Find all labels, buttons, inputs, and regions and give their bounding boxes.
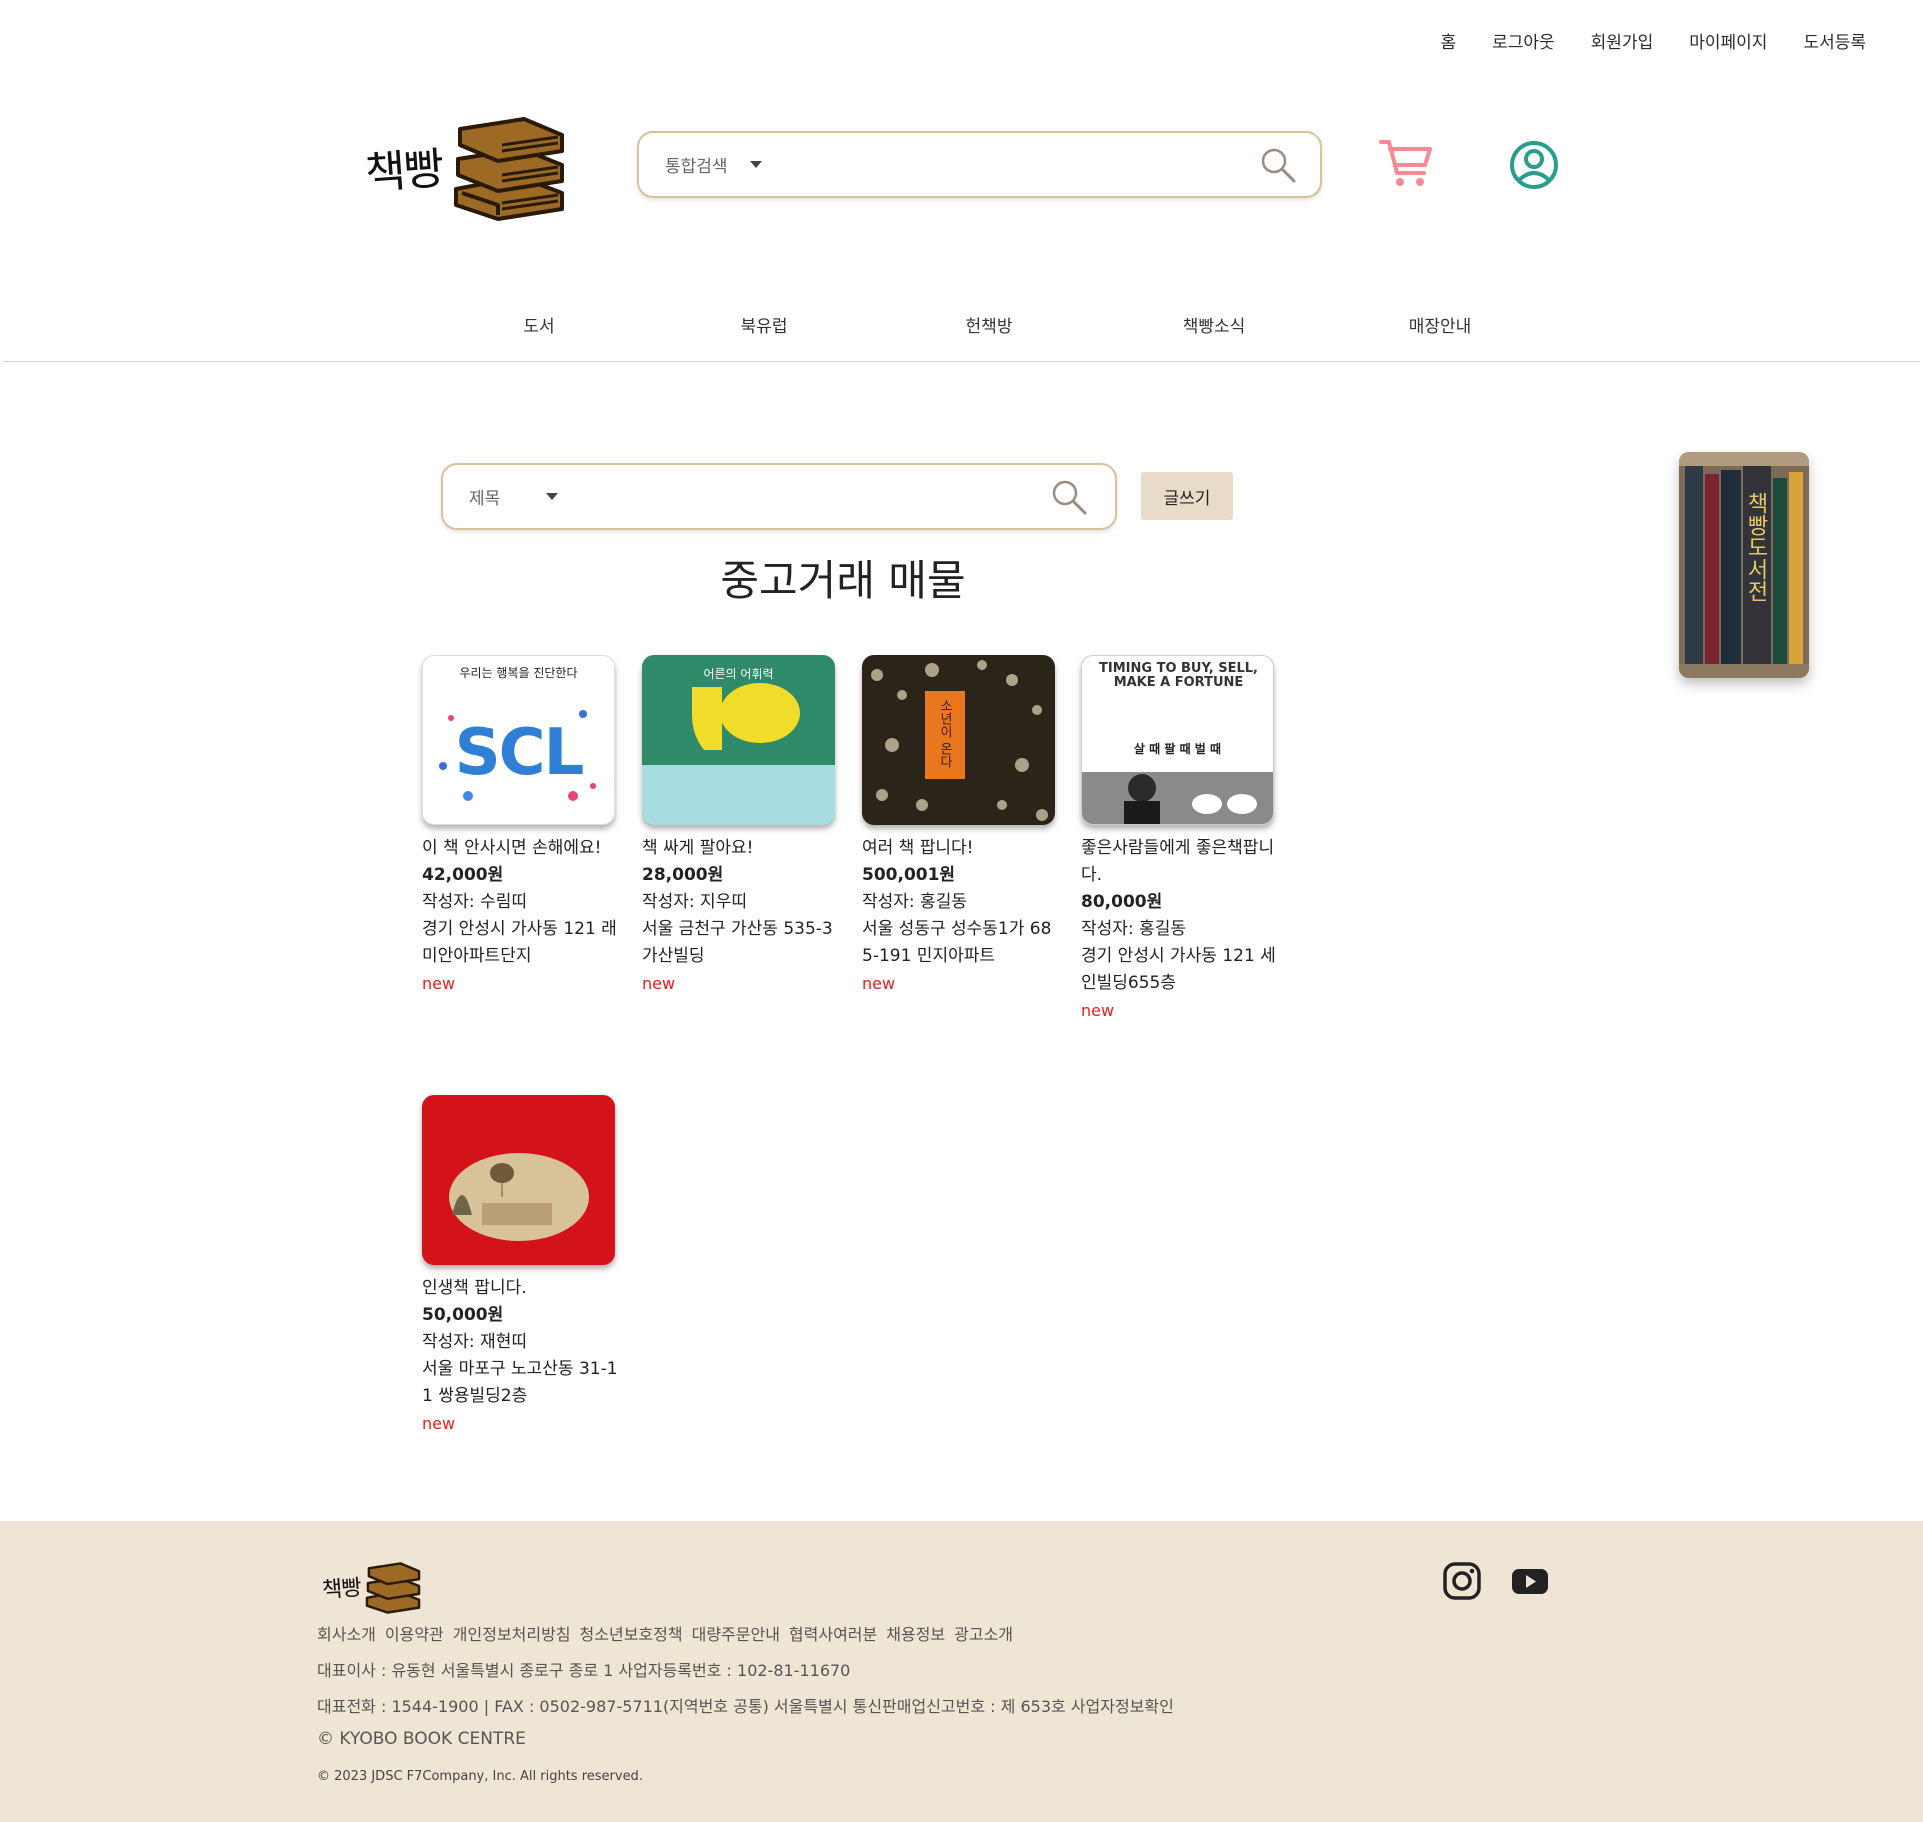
caret-down-icon (546, 493, 559, 500)
listing-card[interactable]: 소년이 온다 여러 책 팝니다! 500,001원 작성자: 홍길동 서울 성동… (862, 655, 1058, 998)
footer-link-youth[interactable]: 청소년보호정책 (580, 1621, 683, 1645)
header-search-bar: 통합검색 (637, 131, 1322, 198)
logo-text: 책빵 (363, 143, 444, 200)
board-search-scope-label: 제목 (469, 489, 501, 509)
listing-price: 500,001원 (862, 865, 956, 885)
listing-writer: 작성자: 수림띠 (422, 892, 527, 912)
listing-price: 50,000원 (422, 1305, 504, 1325)
banner-title: 책빵도서전 (1743, 492, 1768, 602)
book-cover-image[interactable]: TIMING TO BUY, SELL, MAKE A FORTUNE 살 때 … (1081, 655, 1274, 825)
book-cover-image[interactable]: 어른의 어휘력 (642, 655, 835, 825)
nav-item-used-books[interactable]: 헌책방 (966, 312, 1013, 337)
new-badge: new (642, 974, 676, 993)
listing-address: 경기 안성시 가사동 121 래미안아파트단지 (422, 919, 617, 966)
listing-title: 인생책 팝니다. (422, 1278, 527, 1298)
listing-card[interactable]: 인생책 팝니다. 50,000원 작성자: 재현띠 서울 마포구 노고산동 31… (422, 1095, 618, 1438)
nav-item-store-info[interactable]: 매장안내 (1409, 312, 1472, 337)
book-fair-banner[interactable]: 책빵도서전 (1679, 452, 1809, 678)
book-cover-image[interactable]: 우리는 행복을 진단한다 SCL (422, 655, 615, 825)
listing-address: 서울 금천구 가산동 535-3 가산빌딩 (642, 919, 833, 966)
board-search-input[interactable] (572, 465, 1049, 528)
listing-card[interactable]: 우리는 행복을 진단한다 SCL 이 책 안사시면 손해에요! 42,000원 … (422, 655, 618, 998)
top-link-register-book[interactable]: 도서등록 (1803, 28, 1866, 53)
listing-address: 경기 안성시 가사동 121 세인빌딩655층 (1081, 946, 1276, 993)
listing-card[interactable]: TIMING TO BUY, SELL, MAKE A FORTUNE 살 때 … (1081, 655, 1277, 1025)
listing-title: 책 싸게 팔아요! (642, 838, 754, 858)
listing-writer: 작성자: 홍길동 (1081, 919, 1186, 939)
site-logo[interactable]: 책빵 (363, 113, 590, 221)
new-badge: new (422, 1414, 456, 1433)
nav-item-nordic[interactable]: 북유럽 (741, 312, 788, 337)
listing-card[interactable]: 어른의 어휘력 책 싸게 팔아요! 28,000원 작성자: 지우띠 서울 금천… (642, 655, 838, 998)
listing-address: 서울 마포구 노고산동 31-11 쌍용빌딩2층 (422, 1359, 618, 1406)
top-link-home[interactable]: 홈 (1440, 28, 1456, 53)
caret-down-icon (749, 161, 762, 168)
new-badge: new (1081, 1001, 1115, 1020)
footer-logo-text: 책빵 (321, 1575, 362, 1603)
footer-link-bulk-order[interactable]: 대량주문안내 (692, 1621, 780, 1645)
footer-brand-line: © KYOBO BOOK CENTRE (317, 1729, 526, 1749)
listing-title: 이 책 안사시면 손해에요! (422, 838, 602, 858)
listing-writer: 작성자: 홍길동 (862, 892, 967, 912)
board-search-bar: 제목 (441, 463, 1117, 530)
top-link-mypage[interactable]: 마이페이지 (1689, 28, 1767, 53)
footer-link-careers[interactable]: 채용정보 (886, 1621, 945, 1645)
header-search-scope-select[interactable]: 통합검색 (665, 152, 762, 177)
board-search-scope-select[interactable]: 제목 (469, 484, 559, 509)
listing-price: 28,000원 (642, 865, 724, 885)
youtube-icon[interactable] (1510, 1561, 1550, 1601)
top-link-logout[interactable]: 로그아웃 (1492, 28, 1555, 53)
footer-company-info: 대표이사 : 유동현 서울특별시 종로구 종로 1 사업자등록번호 : 102-… (317, 1661, 851, 1680)
listing-title: 좋은사람들에게 좋은책팝니다. (1081, 838, 1275, 885)
book-cover-image[interactable]: 소년이 온다 (862, 655, 1055, 825)
search-icon[interactable] (1049, 477, 1089, 517)
cover-title: 소년이 온다 (937, 699, 952, 769)
footer-link-terms[interactable]: 이용약관 (385, 1621, 444, 1645)
cover-art (1082, 772, 1273, 824)
header-search-input[interactable] (775, 133, 1258, 196)
cart-icon[interactable] (1378, 137, 1434, 191)
nav-item-books[interactable]: 도서 (523, 312, 554, 337)
cover-art (871, 660, 1048, 821)
listing-price: 42,000원 (422, 865, 504, 885)
footer-link-ads[interactable]: 광고소개 (954, 1621, 1013, 1645)
cover-big-text: SCL (454, 716, 585, 790)
top-link-signup[interactable]: 회원가입 (1591, 28, 1654, 53)
listing-title: 여러 책 팝니다! (862, 838, 974, 858)
user-icon[interactable] (1508, 139, 1560, 191)
cover-art (449, 1153, 589, 1241)
write-button[interactable]: 글쓰기 (1141, 472, 1233, 520)
footer-link-privacy[interactable]: 개인정보처리방침 (453, 1621, 571, 1645)
listing-writer: 작성자: 지우띠 (642, 892, 747, 912)
book-stack-icon (366, 1561, 421, 1614)
nav-divider (3, 361, 1920, 362)
book-stack-icon (453, 117, 564, 221)
search-icon[interactable] (1258, 145, 1298, 185)
listing-address: 서울 성동구 성수동1가 685-191 민지아파트 (862, 919, 1052, 966)
listing-writer: 작성자: 재현띠 (422, 1332, 527, 1352)
footer-logo[interactable]: 책빵 (321, 1559, 437, 1614)
footer-copyright: © 2023 JDSC F7Company, Inc. All rights r… (317, 1769, 643, 1784)
footer-link-company[interactable]: 회사소개 (317, 1621, 376, 1645)
header-search-scope-label: 통합검색 (665, 157, 728, 177)
cover-art (642, 683, 835, 825)
top-links: 홈 로그아웃 회원가입 마이페이지 도서등록 (1440, 28, 1866, 53)
nav-item-news[interactable]: 책빵소식 (1183, 312, 1246, 337)
footer-links: 회사소개 이용약관 개인정보처리방침 청소년보호정책 대량주문안내 협력사여러분… (317, 1621, 1013, 1645)
footer-link-partners[interactable]: 협력사여러분 (789, 1621, 877, 1645)
instagram-icon[interactable] (1442, 1561, 1482, 1601)
new-badge: new (862, 974, 896, 993)
footer-contact-info: 대표전화 : 1544-1900 | FAX : 0502-987-5711(지… (317, 1697, 1174, 1716)
book-cover-image[interactable] (422, 1095, 615, 1265)
footer: 책빵 회사소개 이용약관 개인정보처리방침 청소년보호정책 대량주문안내 협력사… (0, 1521, 1923, 1822)
page-title: 중고거래 매물 (720, 556, 966, 605)
listing-price: 80,000원 (1081, 892, 1163, 912)
new-badge: new (422, 974, 456, 993)
